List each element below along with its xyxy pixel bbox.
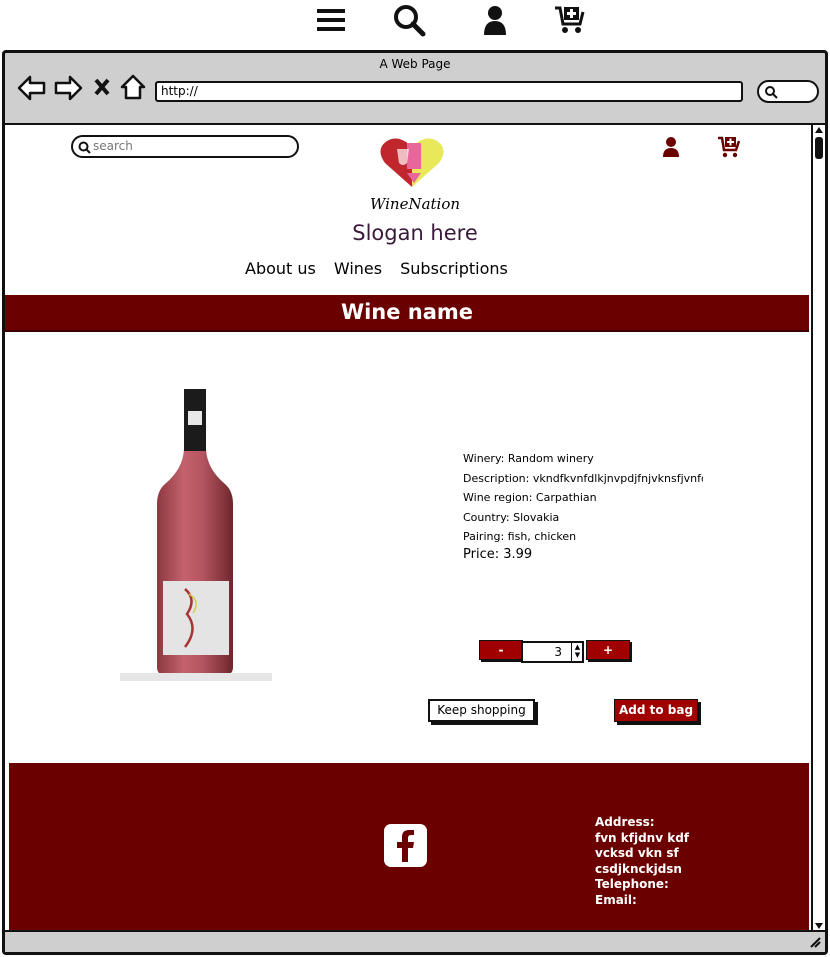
quantity-spinner[interactable]: ▲ ▼ [571,643,583,661]
nav-about-us[interactable]: About us [245,259,316,278]
telephone-label: Telephone: [595,877,669,891]
search-icon[interactable] [392,4,426,37]
keep-shopping-button[interactable]: Keep shopping [428,699,535,722]
wine-region: Wine region: Carpathian [463,491,597,504]
main-nav: About us Wines Subscriptions [245,259,508,278]
country: Country: Slovakia [463,510,560,524]
winery: Winery: Random winery [463,452,594,465]
forward-icon[interactable] [53,75,83,105]
decrease-quantity-button[interactable]: - [479,640,523,660]
browser-search-icon [765,86,778,99]
nav-wines[interactable]: Wines [334,259,382,278]
address-line: vcksd vkn sf [595,846,679,860]
address-line: csdjknckjdsn [595,861,682,876]
logo-text: WineNation [369,195,461,213]
nav-subscriptions[interactable]: Subscriptions [400,259,508,278]
add-to-bag-button[interactable]: Add to bag [614,699,698,722]
site-user-icon[interactable] [662,136,680,162]
vertical-scrollbar[interactable] [811,123,825,931]
product-details: Winery: Random winery Description: vkndf… [463,449,703,563]
window-title: A Web Page [379,57,451,71]
price: Price: 3.99 [463,546,533,562]
url-field[interactable]: http:// [155,81,743,102]
site-search-icon [78,141,91,154]
cart-add-icon[interactable] [554,4,586,36]
menu-icon[interactable] [316,4,346,36]
page-title: Wine name [5,295,809,332]
increase-quantity-button[interactable]: + [586,640,630,660]
bottle-shadow [120,673,272,681]
contact-info: Address: fvn kfjdnv kdf vcksd vkn sf csd… [595,815,689,908]
close-icon[interactable] [93,77,111,101]
scroll-down-icon[interactable] [814,922,824,930]
browser-search-field[interactable] [757,80,819,103]
resize-handle-icon[interactable] [809,936,821,948]
scroll-thumb[interactable] [815,137,823,159]
site-cart-icon[interactable] [717,136,741,162]
address-line: fvn kfjdnv kdf [595,830,690,845]
page-viewport: search WineNation Slogan here About us W… [5,123,811,931]
email-label: Email: [595,892,637,907]
wine-logo-icon [380,138,444,187]
site-footer: Address: fvn kfjdnv kdf vcksd vkn sf csd… [9,763,809,931]
user-icon[interactable] [480,4,510,36]
facebook-icon[interactable] [384,824,427,867]
back-icon[interactable] [17,75,47,105]
pairing: Pairing: fish, chicken [463,530,577,543]
slogan: Slogan here [352,221,478,245]
scroll-up-icon[interactable] [814,126,824,134]
site-search-input[interactable]: search [71,135,299,158]
home-icon[interactable] [119,73,147,105]
address-label: Address: [595,815,655,829]
description: Description: vkndfkvnfdlkjnvpdjfnjvknsfj… [463,471,703,485]
status-bar [5,930,825,952]
browser-window: A Web Page http:// search WineNation Slo… [2,50,828,955]
wine-bottle-image [157,389,233,675]
